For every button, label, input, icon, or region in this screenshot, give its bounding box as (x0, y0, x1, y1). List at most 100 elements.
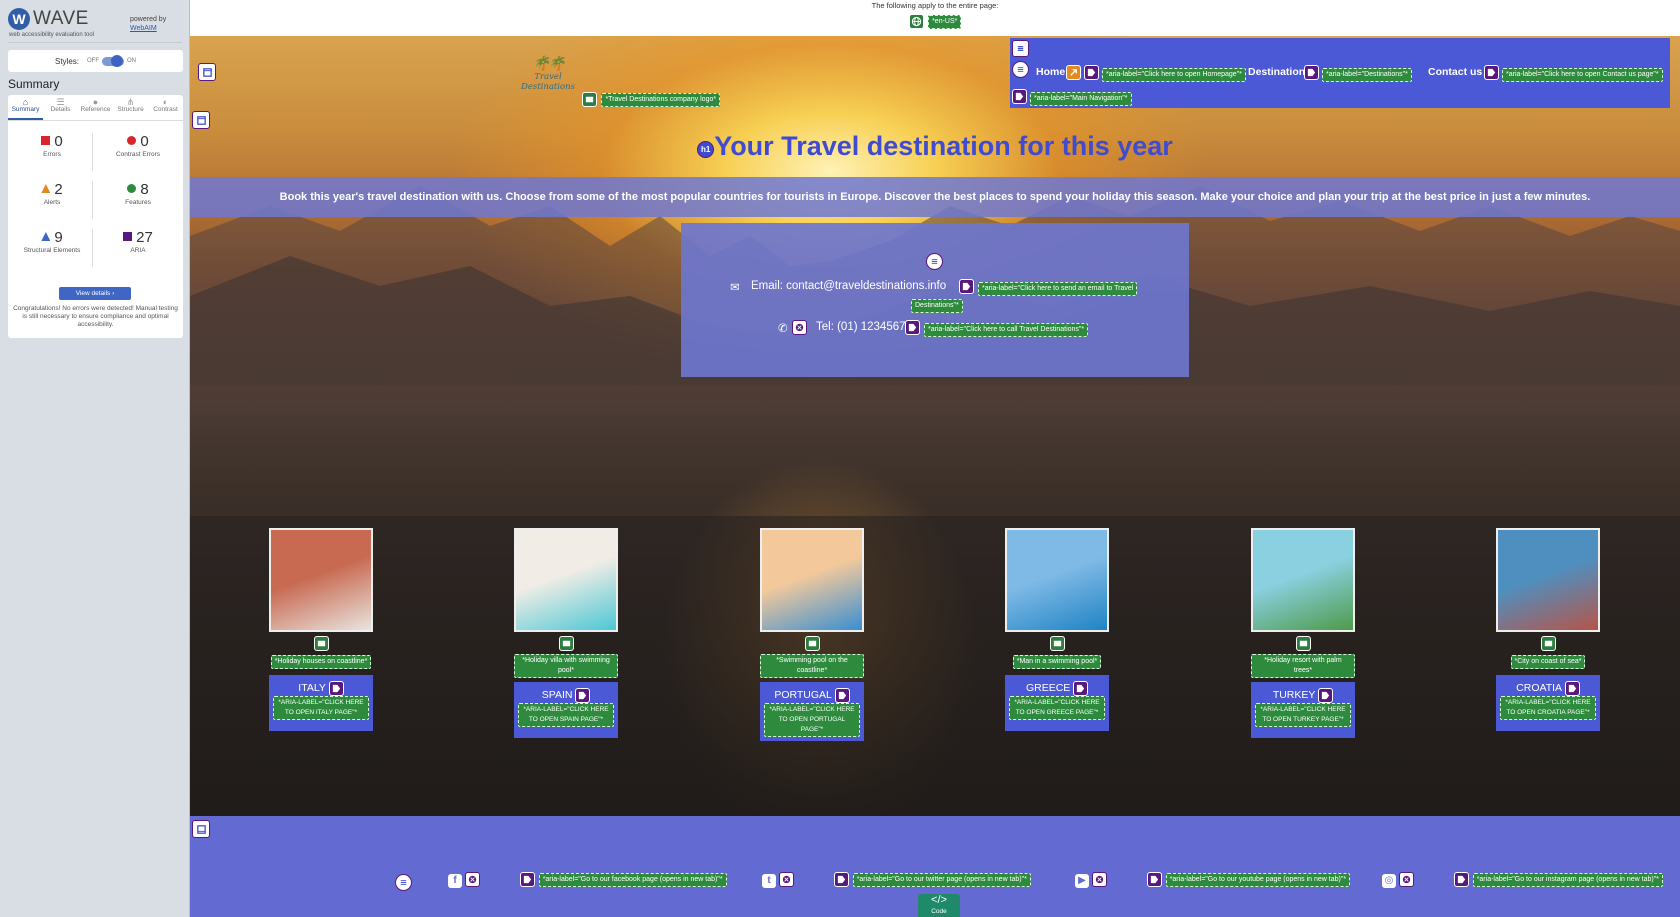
social-link-0[interactable]: f *aria-label="Go to our facebook page (… (448, 872, 727, 888)
toggle-track[interactable] (102, 54, 124, 67)
structure-icon: ⋔ (126, 97, 135, 107)
stat-structural[interactable]: 9 Structural Elements (12, 229, 92, 254)
redundant-link-alert-icon[interactable] (1066, 65, 1081, 80)
tab-summary[interactable]: ⌂ Summary (8, 95, 43, 120)
page-wide-bar: The following apply to the entire page: … (190, 0, 1680, 36)
destination-name: SPAIN (541, 689, 573, 702)
email-icon: ✉ (730, 282, 740, 294)
image-alt-icon[interactable] (804, 636, 820, 652)
congrats-message: Congratulations! No errors were detected… (13, 305, 178, 328)
image-alt-icon[interactable] (1540, 636, 1556, 652)
stat-alerts[interactable]: 2 Alerts (12, 181, 92, 206)
image-alt-icon[interactable] (1049, 636, 1065, 652)
empty-alt-icon[interactable] (1399, 872, 1415, 888)
list-icon[interactable] (395, 874, 412, 891)
social-aria: *aria-label="Go to our twitter page (ope… (852, 872, 1031, 887)
aria-label-icon[interactable] (1454, 872, 1470, 888)
styles-toggle[interactable]: OFF ON (87, 54, 136, 67)
empty-alt-icon[interactable] (465, 872, 481, 888)
view-details-button[interactable]: View details › (59, 287, 131, 300)
intro-banner: Book this year's travel destination with… (190, 177, 1680, 217)
divider (92, 133, 93, 171)
tab-details[interactable]: ☰ Details (43, 95, 78, 120)
destination-link[interactable]: ITALY *ARIA-LABEL="CLICK HERE TO OPEN IT… (269, 675, 373, 731)
destination-link[interactable]: CROATIA *ARIA-LABEL="CLICK HERE TO OPEN … (1496, 675, 1600, 731)
aria-label-icon[interactable] (1304, 65, 1319, 80)
instagram-icon[interactable]: ◎ (1382, 874, 1396, 888)
navigation-landmark-icon[interactable] (1012, 40, 1029, 57)
destination-image (1005, 528, 1109, 632)
destination-name: ITALY (298, 682, 326, 695)
company-logo[interactable]: 🌴🌴 Travel Destinations (508, 56, 588, 92)
email-link[interactable]: Email: contact@traveldestinations.info (751, 280, 946, 292)
nav-destinations-aria: *aria-label="Destinations"* (1322, 68, 1412, 82)
destination-0: *Holiday houses on coastline* ITALY *ARIA… (269, 528, 373, 731)
stat-label: Errors (43, 151, 61, 158)
image-alt-icon[interactable] (1295, 636, 1311, 652)
nav-main-aria: *aria-label="Main Navigation"* (1030, 92, 1132, 106)
social-link-2[interactable]: ▶ *aria-label="Go to our youtube page (o… (1075, 872, 1351, 888)
empty-alt-icon[interactable] (779, 872, 795, 888)
styles-off-label: OFF (87, 58, 99, 64)
aria-label-icon[interactable] (1147, 872, 1163, 888)
aria-label-icon[interactable] (520, 872, 536, 888)
destination-link[interactable]: GREECE *ARIA-LABEL="CLICK HERE TO OPEN G… (1005, 675, 1109, 731)
aria-label-icon[interactable] (1564, 681, 1580, 696)
empty-alt-icon[interactable] (792, 320, 807, 335)
image-alt-icon[interactable] (313, 636, 329, 652)
wave-logo[interactable]: W WAVE (8, 8, 89, 30)
aria-label-icon[interactable] (1012, 89, 1027, 104)
tab-structure[interactable]: ⋔ Structure (113, 95, 148, 120)
destination-link[interactable]: SPAIN *ARIA-LABEL="CLICK HERE TO OPEN SP… (514, 682, 618, 738)
aria-label-icon[interactable] (834, 688, 850, 703)
stat-value: 2 (54, 181, 63, 198)
hero-section: 🌴🌴 Travel Destinations *Travel Destinati… (190, 36, 1680, 846)
divider (92, 181, 93, 219)
social-link-1[interactable]: t *aria-label="Go to our twitter page (o… (762, 872, 1031, 888)
aria-label-icon[interactable] (905, 320, 920, 335)
destination-link[interactable]: PORTUGAL *ARIA-LABEL="CLICK HERE TO OPEN… (760, 682, 864, 741)
phone-link[interactable]: Tel: (01) 1234567 (816, 321, 906, 333)
nav-home-link[interactable]: Home (1036, 66, 1065, 78)
webaim-link[interactable]: WebAIM (130, 24, 166, 33)
destination-image (514, 528, 618, 632)
stat-errors[interactable]: 0 Errors (12, 133, 92, 158)
stat-aria[interactable]: 27 ARIA (98, 229, 178, 254)
tab-reference[interactable]: ● Reference (78, 95, 113, 120)
image-alt-icon[interactable] (558, 636, 574, 652)
aria-label-icon[interactable] (575, 688, 591, 703)
image-alt-icon[interactable] (582, 92, 597, 108)
twitter-icon[interactable]: t (762, 874, 776, 888)
destination-link[interactable]: TURKEY *ARIA-LABEL="CLICK HERE TO OPEN T… (1251, 682, 1355, 738)
aria-label-icon[interactable] (1084, 65, 1099, 80)
aria-label-icon[interactable] (1484, 65, 1499, 80)
language-icon[interactable] (908, 14, 924, 30)
empty-alt-icon[interactable] (1092, 872, 1108, 888)
sea-surface (190, 516, 1680, 846)
destination-3: *Man in a swimming pool* GREECE *ARIA-LAB… (1005, 528, 1109, 731)
code-toggle-button[interactable]: </> Code (918, 894, 960, 917)
footer-landmark-icon[interactable] (192, 820, 210, 838)
aria-label-icon[interactable] (834, 872, 850, 888)
stat-features[interactable]: 8 Features (98, 181, 178, 206)
aria-label-icon[interactable] (959, 279, 974, 294)
aria-label-icon[interactable] (1073, 681, 1089, 696)
list-icon[interactable] (1012, 61, 1029, 78)
stat-contrast-errors[interactable]: 0 Contrast Errors (98, 133, 178, 158)
list-icon[interactable] (926, 253, 943, 270)
region-landmark-icon[interactable] (192, 111, 210, 129)
destination-aria: *ARIA-LABEL="CLICK HERE TO OPEN ITALY PA… (273, 696, 369, 720)
header-landmark-icon[interactable] (198, 63, 216, 81)
nav-contact-link[interactable]: Contact us (1428, 66, 1482, 78)
aria-label-icon[interactable] (328, 681, 344, 696)
tab-contrast[interactable]: ◐ Contrast (148, 95, 183, 120)
code-label: Code (931, 908, 947, 915)
aria-label-icon[interactable] (1318, 688, 1334, 703)
facebook-icon[interactable]: f (448, 874, 462, 888)
email-aria-line2: Destinations"* (911, 299, 963, 313)
nav-destinations-link[interactable]: Destinations (1248, 66, 1311, 78)
destination-image (760, 528, 864, 632)
youtube-icon[interactable]: ▶ (1075, 874, 1089, 888)
h1-icon[interactable]: h1 (697, 141, 715, 158)
social-link-3[interactable]: ◎ *aria-label="Go to our instagram page … (1382, 872, 1663, 888)
